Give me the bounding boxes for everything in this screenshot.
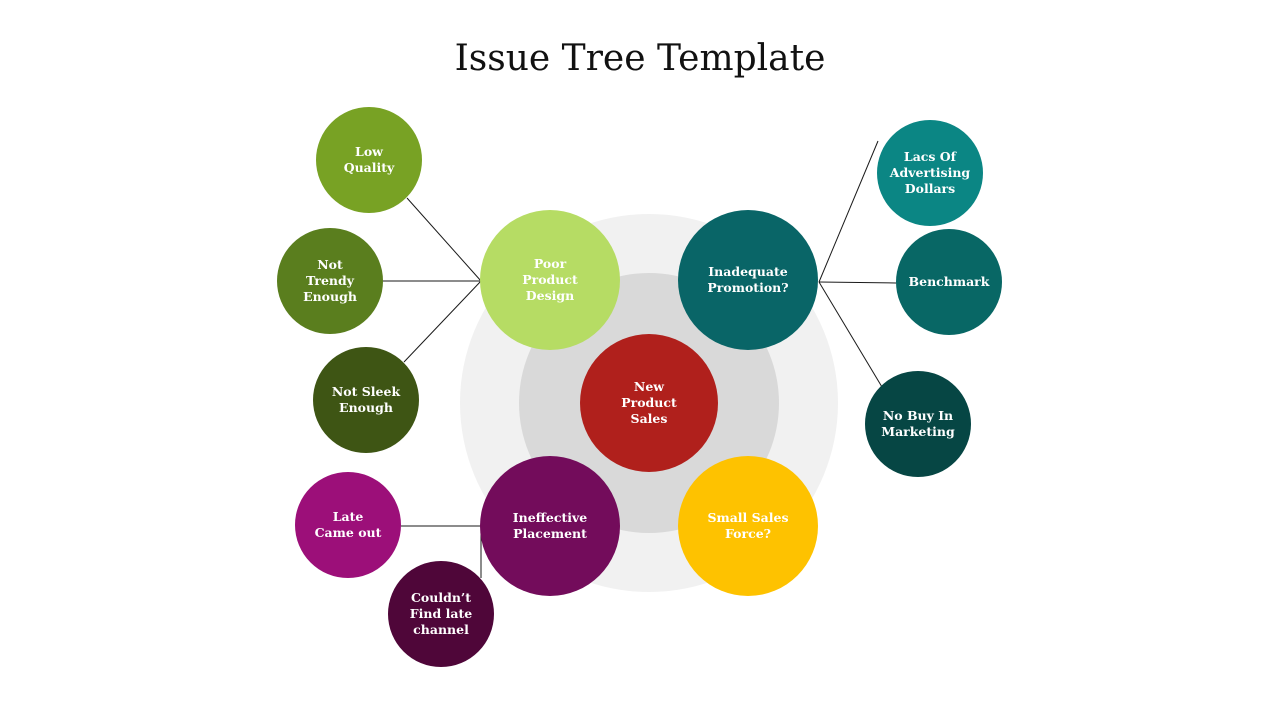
leaf-node-not-sleek-enough-circle (313, 347, 419, 453)
issue-tree-diagram (277, 107, 1002, 667)
leaf-node-benchmark-circle (896, 229, 1002, 335)
branch-node-poor-product-design-circle (480, 210, 620, 350)
leaf-node-late-came-out-circle (295, 472, 401, 578)
leaf-node-no-buy-in-marketing-circle (865, 371, 971, 477)
leaf-node-low-quality-circle (316, 107, 422, 213)
leaf-node-lacs-of-advertising-dollars-circle (877, 120, 983, 226)
connector-inadequate-promotion-to-lacs-of-advertising-dollars (818, 140, 879, 283)
connector-poor-product-design-to-low-quality (406, 197, 482, 282)
leaf-node-not-trendy-enough-circle (277, 228, 383, 334)
leaf-node-couldnt-find-late-channel-circle (388, 561, 494, 667)
branch-node-small-sales-force-circle (678, 456, 818, 596)
branch-node-inadequate-promotion-circle (678, 210, 818, 350)
connector-inadequate-promotion-to-benchmark (818, 281, 897, 284)
root-node-new-product-sales-circle (580, 334, 718, 472)
branch-node-ineffective-placement-circle (480, 456, 620, 596)
